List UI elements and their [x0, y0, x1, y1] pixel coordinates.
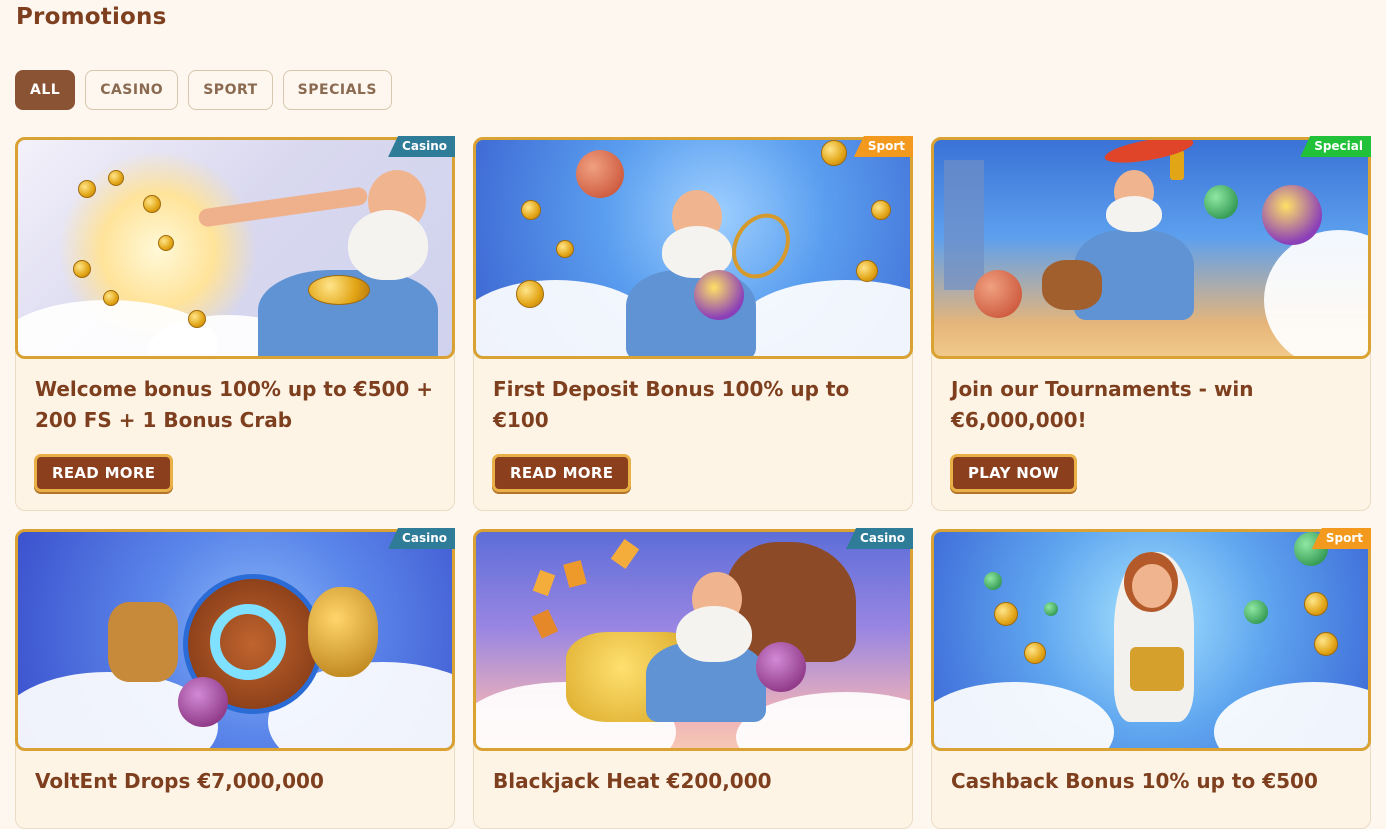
tag-badge: Special [1300, 136, 1371, 157]
promo-card-voltent-drops: Casino VoltEnt Drops €7,000,000 [15, 528, 455, 829]
promo-title: First Deposit Bonus 100% up to €100 [493, 377, 850, 432]
tag-badge: Sport [1311, 528, 1371, 549]
promo-card-tournaments: Special Join our Tournaments - win €6,00… [931, 136, 1371, 511]
voltent-drops-shield-image[interactable] [15, 529, 455, 751]
play-now-button[interactable]: PLAY NOW [950, 454, 1078, 492]
zeus-blackjack-gold-image[interactable] [473, 529, 913, 751]
tag-badge: Casino [388, 136, 455, 157]
promo-title: VoltEnt Drops €7,000,000 [35, 769, 324, 793]
read-more-button[interactable]: READ MORE [34, 454, 174, 492]
read-more-button[interactable]: READ MORE [492, 454, 632, 492]
promo-card-blackjack-heat: Casino Blackjack Heat €200,000 [473, 528, 913, 829]
zeus-torch-running-image[interactable] [931, 137, 1371, 359]
promo-card-cashback: Sport Cashback Bonus 10% up to €500 [931, 528, 1371, 829]
athena-tennis-cashback-image[interactable] [931, 529, 1371, 751]
promo-card-welcome: Casino Welcome bonus 100% up to €500 + 2… [15, 136, 455, 511]
tag-badge: Casino [388, 528, 455, 549]
filter-specials[interactable]: SPECIALS [282, 70, 392, 110]
promo-card-first-deposit: Sport First Deposit Bonus 100% up to €10… [473, 136, 913, 511]
promo-title: Join our Tournaments - win €6,000,000! [951, 377, 1254, 432]
filter-all[interactable]: ALL [15, 70, 76, 110]
zeus-coins-casino-image[interactable] [15, 137, 455, 359]
promo-title: Welcome bonus 100% up to €500 + 200 FS +… [35, 377, 434, 432]
zeus-sports-balls-image[interactable] [473, 137, 913, 359]
page-title: Promotions [16, 4, 167, 30]
filter-bar: ALL CASINO SPORT SPECIALS [15, 70, 392, 110]
filter-sport[interactable]: SPORT [188, 70, 273, 110]
promo-title: Blackjack Heat €200,000 [493, 769, 772, 793]
promo-title: Cashback Bonus 10% up to €500 [951, 769, 1318, 793]
filter-casino[interactable]: CASINO [85, 70, 179, 110]
tag-badge: Casino [846, 528, 913, 549]
tag-badge: Sport [853, 136, 913, 157]
